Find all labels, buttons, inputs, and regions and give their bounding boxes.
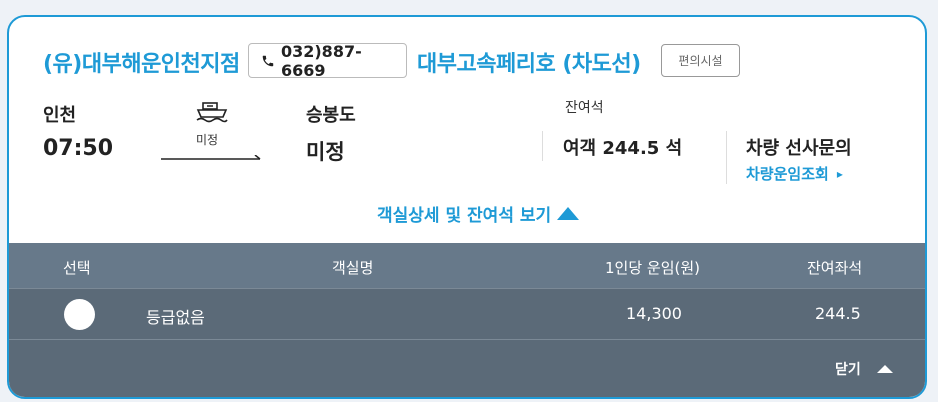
- vehicle-fare-link-label: 차량운임조회: [746, 165, 829, 183]
- table-footer: 닫기: [9, 339, 925, 397]
- ship-icon: [196, 102, 228, 123]
- departure-time: 07:50: [43, 136, 114, 161]
- departure-port: 인천: [43, 105, 77, 126]
- triangle-up-icon: [557, 207, 580, 220]
- table-header: 선택 객실명 1인당 운임(원) 잔여좌석: [9, 243, 925, 288]
- room-name: 등급없음: [146, 308, 205, 327]
- ship-name: 대부고속페리호 (차도선): [417, 52, 641, 77]
- select-radio[interactable]: [64, 299, 95, 330]
- room-detail-toggle[interactable]: 객실상세 및 잔여석 보기: [377, 201, 580, 226]
- room-detail-toggle-label: 객실상세 및 잔여석 보기: [377, 206, 552, 226]
- vehicle-title: 차량 선사문의: [746, 138, 852, 159]
- divider: [726, 131, 727, 184]
- triangle-up-icon: [876, 365, 893, 373]
- vehicle-fare-link[interactable]: 차량운임조회 ▸: [746, 163, 843, 184]
- phone-button[interactable]: 032)887-6669: [248, 41, 407, 80]
- via-port: 미정: [196, 133, 219, 147]
- facility-button[interactable]: 편의시설: [661, 44, 740, 77]
- table-row[interactable]: 등급없음 14,300 244.5: [9, 288, 925, 339]
- room-table: 선택 객실명 1인당 운임(원) 잔여좌석 등급없음 14,300 244.5 …: [9, 243, 925, 397]
- header-select: 선택: [63, 259, 91, 277]
- arrival-port: 승봉도: [306, 105, 356, 126]
- room-fare: 14,300: [626, 304, 682, 323]
- header-room-name: 객실명: [332, 259, 374, 277]
- remaining-seats-value: 여객 244.5 석: [563, 138, 683, 159]
- room-remaining: 244.5: [815, 304, 861, 323]
- ferry-result-card: (유)대부해운인천지점 032)887-6669 대부고속페리호 (차도선) 편…: [7, 15, 927, 399]
- close-button[interactable]: 닫기: [835, 359, 893, 379]
- close-button-label: 닫기: [835, 362, 861, 378]
- phone-number: 032)887-6669: [280, 41, 362, 80]
- route-arrow: [161, 155, 261, 160]
- header-fare: 1인당 운임(원): [605, 259, 701, 277]
- remaining-seats-heading: 잔여석: [565, 100, 604, 116]
- company-name: (유)대부해운인천지점: [43, 52, 240, 77]
- arrival-name: 미정: [306, 140, 345, 164]
- chevron-right-icon: ▸: [836, 166, 843, 181]
- divider: [542, 131, 543, 161]
- header-remaining: 잔여좌석: [807, 259, 863, 277]
- phone-icon: [262, 55, 274, 66]
